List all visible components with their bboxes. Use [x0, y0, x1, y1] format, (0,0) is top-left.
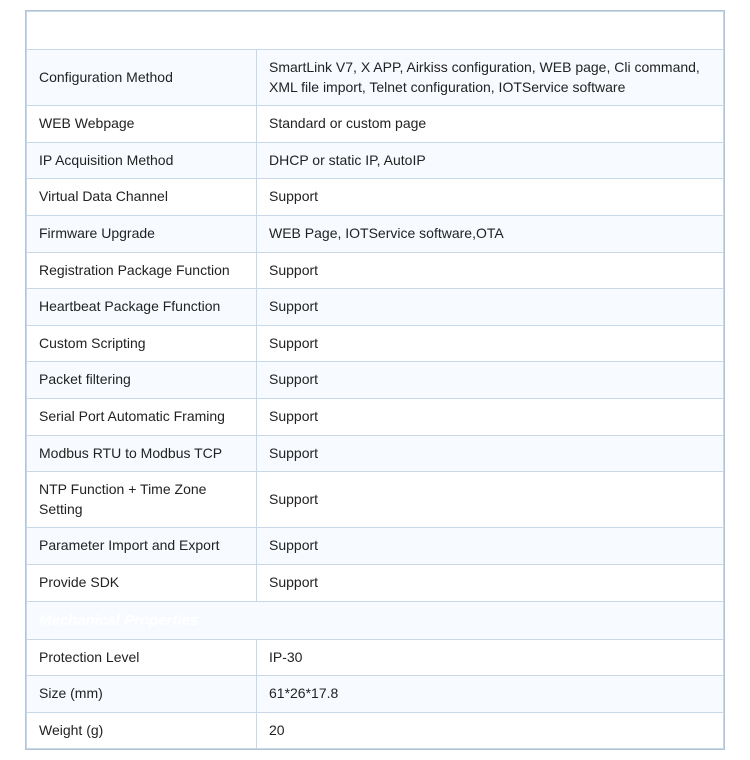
product-features-table: Product FeaturesConfiguration MethodSmar…: [25, 10, 725, 750]
row-value: DHCP or static IP, AutoIP: [257, 142, 724, 179]
table-row: Protection LevelIP-30: [27, 639, 724, 676]
table-row: WEB WebpageStandard or custom page: [27, 106, 724, 143]
row-label: Provide SDK: [27, 564, 257, 601]
row-value: Support: [257, 435, 724, 472]
row-label: Modbus RTU to Modbus TCP: [27, 435, 257, 472]
row-label: Size (mm): [27, 676, 257, 713]
row-value: Standard or custom page: [257, 106, 724, 143]
row-value: 20: [257, 712, 724, 749]
row-value: Support: [257, 325, 724, 362]
row-label: NTP Function + Time Zone Setting: [27, 472, 257, 528]
table-row: Packet filteringSupport: [27, 362, 724, 399]
row-value: Support: [257, 472, 724, 528]
table-row: Configuration MethodSmartLink V7, X APP,…: [27, 50, 724, 106]
row-label: Parameter Import and Export: [27, 528, 257, 565]
table-row: Modbus RTU to Modbus TCPSupport: [27, 435, 724, 472]
table-row: NTP Function + Time Zone SettingSupport: [27, 472, 724, 528]
row-value: Support: [257, 398, 724, 435]
table-row: Weight (g)20: [27, 712, 724, 749]
row-label: Registration Package Function: [27, 252, 257, 289]
row-label: Heartbeat Package Ffunction: [27, 289, 257, 326]
table-row: Size (mm)61*26*17.8: [27, 676, 724, 713]
row-value: Support: [257, 289, 724, 326]
row-label: Weight (g): [27, 712, 257, 749]
table-row: Heartbeat Package FfunctionSupport: [27, 289, 724, 326]
row-value: IP-30: [257, 639, 724, 676]
table-row: Provide SDKSupport: [27, 564, 724, 601]
row-value: Support: [257, 564, 724, 601]
row-value: Support: [257, 362, 724, 399]
row-label: WEB Webpage: [27, 106, 257, 143]
row-value: SmartLink V7, X APP, Airkiss configurati…: [257, 50, 724, 106]
row-value: Support: [257, 252, 724, 289]
row-label: Protection Level: [27, 639, 257, 676]
row-value: WEB Page, IOTService software,OTA: [257, 215, 724, 252]
table-row: Virtual Data ChannelSupport: [27, 179, 724, 216]
table-row: Registration Package FunctionSupport: [27, 252, 724, 289]
row-label: Virtual Data Channel: [27, 179, 257, 216]
row-label: Serial Port Automatic Framing: [27, 398, 257, 435]
table-row: IP Acquisition MethodDHCP or static IP, …: [27, 142, 724, 179]
row-label: Packet filtering: [27, 362, 257, 399]
section-header-0: Product Features: [27, 12, 724, 50]
row-label: Custom Scripting: [27, 325, 257, 362]
table-row: Parameter Import and ExportSupport: [27, 528, 724, 565]
row-label: IP Acquisition Method: [27, 142, 257, 179]
row-label: Firmware Upgrade: [27, 215, 257, 252]
table-row: Custom ScriptingSupport: [27, 325, 724, 362]
row-value: Support: [257, 179, 724, 216]
table-row: Serial Port Automatic FramingSupport: [27, 398, 724, 435]
row-label: Configuration Method: [27, 50, 257, 106]
row-value: 61*26*17.8: [257, 676, 724, 713]
section-header-1: Mechanical Properties: [27, 601, 724, 639]
row-value: Support: [257, 528, 724, 565]
table-row: Firmware UpgradeWEB Page, IOTService sof…: [27, 215, 724, 252]
